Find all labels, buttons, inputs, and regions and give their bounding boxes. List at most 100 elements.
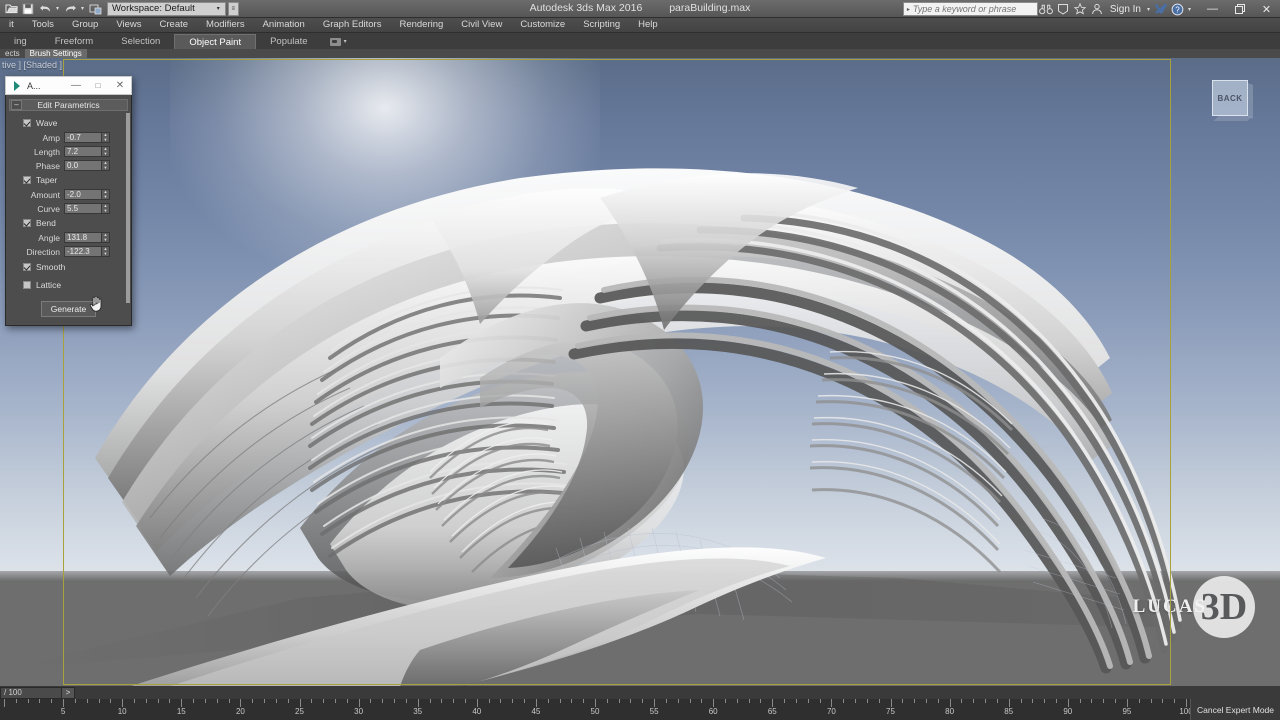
amp-input[interactable]: -0.7	[64, 132, 102, 143]
menu-item-views[interactable]: Views	[107, 18, 150, 32]
timeline-tick	[145, 699, 147, 703]
undo-icon[interactable]	[37, 1, 53, 16]
minimize-button[interactable]: —	[1199, 0, 1226, 18]
amount-input[interactable]: -2.0	[64, 189, 102, 200]
timeline-tick	[252, 699, 254, 703]
direction-input[interactable]: -122.3	[64, 246, 102, 257]
phase-input[interactable]: 0.0	[64, 160, 102, 171]
menu-item-create[interactable]: Create	[151, 18, 198, 32]
qat-customize-icon[interactable]	[87, 1, 103, 16]
timeline-label: 35	[413, 707, 423, 716]
timeline-tick	[819, 699, 821, 703]
menu-item-animation[interactable]: Animation	[254, 18, 314, 32]
rollout-header[interactable]: – Edit Parametrics	[9, 99, 128, 111]
dialog-close-button[interactable]: ✕	[109, 77, 131, 95]
timeline-tick	[760, 699, 762, 703]
length-input[interactable]: 7.2	[64, 146, 102, 157]
checkbox-row-smooth[interactable]: Smooth	[9, 260, 128, 274]
menu-item-group[interactable]: Group	[63, 18, 107, 32]
checkbox-row-taper[interactable]: Taper	[9, 173, 128, 187]
smooth-checkbox[interactable]	[23, 263, 31, 271]
search-expand-icon[interactable]: ▸	[904, 6, 913, 13]
menu-item-scripting[interactable]: Scripting	[574, 18, 629, 32]
menu-item-rendering[interactable]: Rendering	[390, 18, 452, 32]
timeline-track[interactable]: 5 10 15 20 25 30 35 40 45 50 55 60 65 70 75 80 85 90 95 100	[0, 699, 1193, 720]
angle-input[interactable]: 131.8	[64, 232, 102, 243]
checkbox-row-lattice[interactable]: Lattice	[9, 278, 128, 292]
redo-icon[interactable]	[62, 1, 78, 16]
view-cube-face-label[interactable]: BACK	[1212, 80, 1248, 116]
viewport-label[interactable]: tive ] [Shaded ]	[2, 60, 62, 70]
current-frame-field[interactable]: / 100	[0, 686, 62, 699]
amount-spinner[interactable]: ▲ ▼	[102, 189, 110, 200]
cancel-expert-mode-button[interactable]: Cancel Expert Mode	[1190, 699, 1280, 720]
menu-item-graph-editors[interactable]: Graph Editors	[314, 18, 391, 32]
undo-dropdown-caret[interactable]: ▾	[54, 5, 61, 12]
tab-freeform[interactable]: Freeform	[41, 34, 108, 49]
panel-objects[interactable]: ects	[0, 49, 25, 58]
timeline-tick	[181, 699, 183, 707]
timeline-tick	[299, 699, 301, 707]
bend-checkbox[interactable]	[23, 219, 31, 227]
search-input[interactable]	[912, 4, 1037, 14]
wave-checkbox[interactable]	[23, 119, 31, 127]
timeline-tick	[1174, 699, 1176, 703]
timeline-tick	[1020, 699, 1022, 703]
menu-item-civil-view[interactable]: Civil View	[452, 18, 511, 32]
workspace-selector[interactable]: Workspace: Default ▾	[107, 1, 226, 16]
phase-spinner[interactable]: ▲ ▼	[102, 160, 110, 171]
timeline[interactable]: 5 10 15 20 25 30 35 40 45 50 55 60 65 70 75 80 85 90 95 100…	[0, 699, 1280, 720]
direction-spinner[interactable]: ▲ ▼	[102, 246, 110, 257]
binoculars-icon[interactable]	[1038, 1, 1055, 17]
amp-spinner[interactable]: ▲ ▼	[102, 132, 110, 143]
menu-item-tools[interactable]: Tools	[23, 18, 63, 32]
curve-spinner[interactable]: ▲ ▼	[102, 203, 110, 214]
subscription-icon[interactable]	[1055, 1, 1072, 17]
angle-spinner[interactable]: ▲ ▼	[102, 232, 110, 243]
save-icon[interactable]	[20, 1, 36, 16]
restore-button[interactable]	[1226, 0, 1253, 18]
help-caret-icon[interactable]: ▾	[1186, 6, 1193, 13]
autodesk-exchange-icon[interactable]	[1152, 1, 1169, 17]
sign-in-button[interactable]: Sign In	[1106, 4, 1145, 15]
lattice-checkbox[interactable]	[23, 281, 31, 289]
taper-checkbox[interactable]	[23, 176, 31, 184]
checkbox-row-bend[interactable]: Bend	[9, 216, 128, 230]
favorites-star-icon[interactable]	[1072, 1, 1089, 17]
workspace-label: Workspace: Default	[112, 3, 195, 14]
length-spinner[interactable]: ▲ ▼	[102, 146, 110, 157]
viewport[interactable]: tive ] [Shaded ] BACK LUCAS 3D	[0, 58, 1280, 686]
dialog-scrollbar[interactable]	[126, 113, 130, 303]
tab-selection[interactable]: Selection	[107, 34, 174, 49]
timeline-label: 60	[708, 707, 718, 716]
menu-item-edit[interactable]: it	[0, 18, 23, 32]
account-icon[interactable]	[1089, 1, 1106, 17]
menu-item-customize[interactable]: Customize	[511, 18, 574, 32]
curve-input[interactable]: 5.5	[64, 203, 102, 214]
menu-item-modifiers[interactable]: Modifiers	[197, 18, 254, 32]
redo-dropdown-caret[interactable]: ▾	[79, 5, 86, 12]
ribbon-minimize-icon	[329, 37, 341, 46]
view-cube[interactable]: BACK	[1210, 78, 1253, 122]
close-button[interactable]: ✕	[1253, 0, 1280, 18]
menu-item-help[interactable]: Help	[629, 18, 667, 32]
checkbox-row-wave[interactable]: Wave	[9, 116, 128, 130]
frame-go-button[interactable]: >	[62, 686, 75, 699]
help-icon[interactable]: ?	[1169, 1, 1186, 17]
tab-object-paint[interactable]: Object Paint	[174, 34, 257, 49]
timeline-tick	[441, 699, 443, 703]
ribbon-display-options[interactable]: ▾	[322, 34, 355, 49]
dialog-maximize-button[interactable]: □	[87, 77, 109, 95]
open-icon[interactable]	[3, 1, 19, 16]
sign-in-caret-icon[interactable]: ▾	[1145, 6, 1152, 13]
dialog-title-bar[interactable]: A... — □ ✕	[5, 76, 132, 95]
tab-modeling[interactable]: ing	[0, 34, 41, 49]
search-box[interactable]: ▸	[902, 2, 1038, 16]
timeline-label: 5	[60, 707, 66, 716]
workspace-menu-button[interactable]: ≡	[227, 1, 239, 16]
tab-populate[interactable]: Populate	[256, 34, 322, 49]
rollout-collapse-icon[interactable]: –	[11, 100, 22, 110]
dialog-minimize-button[interactable]: —	[65, 77, 87, 95]
timeline-tick	[831, 699, 833, 707]
panel-brush-settings[interactable]: Brush Settings	[24, 49, 87, 58]
